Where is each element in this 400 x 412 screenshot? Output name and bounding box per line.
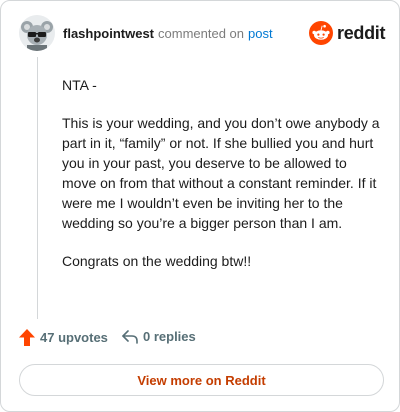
- comment-actions: 47 upvotes 0 replies: [19, 329, 379, 351]
- comment-body: NTA - This is your wedding, and you don’…: [62, 75, 380, 289]
- avatar[interactable]: [19, 15, 55, 51]
- thread-line: [37, 57, 38, 319]
- reddit-wordmark: reddit: [337, 23, 386, 43]
- reddit-snoo-icon: [309, 21, 333, 45]
- action-text: commented on: [158, 26, 245, 41]
- username-link[interactable]: flashpointwest: [63, 26, 154, 41]
- reddit-logo[interactable]: reddit: [309, 19, 386, 47]
- upvote-count: 47 upvotes: [40, 330, 108, 345]
- reply-icon: [122, 329, 138, 344]
- reply-button[interactable]: 0 replies: [122, 329, 196, 344]
- view-more-button[interactable]: View more on Reddit: [19, 364, 384, 396]
- upvote-button[interactable]: 47 upvotes: [19, 329, 108, 346]
- comment-paragraph: This is your wedding, and you don’t owe …: [62, 115, 380, 231]
- comment-paragraph: Congrats on the wedding btw!!: [62, 253, 252, 269]
- embedded-comment-card: flashpointwest commented on post reddit NT…: [0, 0, 400, 412]
- upvote-arrow-icon: [19, 329, 35, 346]
- comment-paragraph: NTA -: [62, 77, 97, 93]
- comment-meta: flashpointwest commented on post: [63, 26, 273, 41]
- post-link[interactable]: post: [248, 26, 273, 41]
- comment-header: flashpointwest commented on post reddit: [19, 15, 386, 55]
- koala-avatar-icon: [19, 15, 55, 51]
- reply-count: 0 replies: [143, 329, 196, 344]
- view-more-label: View more on Reddit: [137, 372, 266, 388]
